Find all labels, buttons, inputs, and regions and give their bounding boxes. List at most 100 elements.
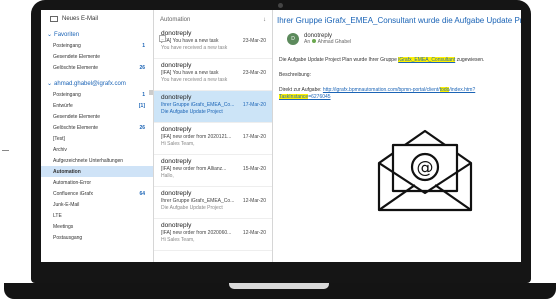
- chevron-down-icon: ⌄: [47, 81, 53, 87]
- account-folder-list: Posteingang 1 Entwürfe [1] Gesendete Element…: [41, 89, 153, 243]
- message-subject: [IFA] new order from 2020121...: [161, 134, 232, 140]
- folder-label: LTE: [53, 212, 62, 219]
- folder-count: 1: [142, 42, 145, 49]
- folder-title: Automation: [160, 17, 191, 23]
- folder-item[interactable]: [Test]: [41, 133, 153, 144]
- folder-label: Posteingang: [53, 91, 81, 98]
- message-preview: Die Aufgabe Update Project: [161, 205, 223, 211]
- folder-label: Archiv: [53, 146, 67, 153]
- new-mail-icon: [50, 16, 58, 22]
- message-subject: Ihrer Gruppe iGrafx_EMEA_Co...: [161, 198, 235, 204]
- list-item[interactable]: donotreply [IFA] new order from 2020060..…: [154, 219, 272, 251]
- list-item[interactable]: donotreply [IFA] new order from Allianz..…: [154, 155, 272, 187]
- message-subject: [IFA] You have a new task: [161, 70, 219, 76]
- message-subject: [IFA] new order from 2020060...: [161, 230, 232, 236]
- message-sender: donotreply: [161, 158, 192, 165]
- message-date: 12-Mar-20: [242, 198, 266, 204]
- folder-label: Gesendete Elemente: [53, 53, 100, 60]
- folder-count: 64: [139, 190, 145, 197]
- message-subject-row: Ihrer Gruppe iGrafx_EMEA_Co... 12-Mar-20: [161, 198, 266, 204]
- message-sender: donotreply: [161, 190, 192, 197]
- message-list-header: Automation ↓: [154, 10, 272, 27]
- new-mail-button[interactable]: Neues E-Mail: [41, 10, 153, 27]
- envelope-at-icon: @: [377, 129, 473, 212]
- folder-pane: Neues E-Mail ⌄ Favoriten Posteingang 1 Ges…: [41, 10, 154, 262]
- task-link-label: Direkt zur Aufgabe:: [279, 87, 323, 93]
- laptop-notch: [229, 283, 329, 289]
- laptop-base: [4, 283, 556, 299]
- message-preview: Die Aufgabe Update Project: [161, 109, 223, 115]
- message-preview: Hallo,: [161, 173, 174, 179]
- recipient-name[interactable]: Ahmad Ghabel: [318, 39, 351, 45]
- folder-item[interactable]: Posteingang 1: [41, 40, 153, 51]
- to-prefix: An: [304, 39, 311, 45]
- folder-count: [1]: [138, 102, 145, 109]
- message-date: 12-Mar-20: [242, 230, 266, 236]
- folder-item[interactable]: Junk-E-Mail: [41, 199, 153, 210]
- folder-item[interactable]: Automation-Error: [41, 177, 153, 188]
- message-date: 23-Mar-20: [242, 70, 266, 76]
- message-subject-row: [IFA] new order from Allianz... 15-Mar-20: [161, 166, 266, 172]
- message-date: 15-Mar-20: [242, 166, 266, 172]
- account-header[interactable]: ⌄ ahmad.ghabel@igrafx.com: [41, 73, 153, 89]
- folder-label: [Test]: [53, 135, 65, 142]
- folder-item[interactable]: Gelöschte Elemente 26: [41, 122, 153, 133]
- svg-text:@: @: [417, 158, 434, 178]
- folder-item[interactable]: Gesendete Elemente: [41, 111, 153, 122]
- message-date: 17-Mar-20: [242, 102, 266, 108]
- chevron-down-icon: ⌄: [47, 32, 53, 38]
- list-item[interactable]: donotreply Ihrer Gruppe iGrafx_EMEA_Co...…: [154, 187, 272, 219]
- message-sender: donotreply: [161, 94, 192, 101]
- folder-label: Gesendete Elemente: [53, 113, 100, 120]
- sender-row: D donotreply An Ahmad Ghabel: [273, 27, 521, 49]
- message-preview: Hi Sales Team,: [161, 141, 195, 147]
- folder-item[interactable]: Confluence iGrafx 64: [41, 188, 153, 199]
- folder-label: Aufgezeichnete Unterhaltungen: [53, 157, 124, 164]
- folder-label: Posteingang: [53, 42, 81, 49]
- body-assignment: Die Aufgabe Update Project Plan wurde Ih…: [273, 49, 521, 64]
- folder-item[interactable]: Entwürfe [1]: [41, 100, 153, 111]
- folder-count: 26: [139, 124, 145, 131]
- folder-scrollbar[interactable]: [149, 90, 153, 95]
- list-item[interactable]: donotreply Ihrer Gruppe iGrafx_EMEA_Co...…: [154, 91, 272, 123]
- body-text: zugewiesen.: [455, 57, 485, 63]
- decorative-tick: [2, 150, 9, 151]
- favorites-header[interactable]: ⌄ Favoriten: [41, 27, 153, 40]
- folder-item[interactable]: Posteingang 1: [41, 89, 153, 100]
- list-item[interactable]: donotreply [IFA] new order from 2020121..…: [154, 123, 272, 155]
- pin-icon[interactable]: –: [159, 35, 166, 42]
- presence-icon: [311, 39, 316, 43]
- folder-item[interactable]: Automation: [41, 166, 153, 177]
- folder-label: Automation: [53, 168, 81, 175]
- folder-item[interactable]: Gelöschte Elemente 26: [41, 62, 153, 73]
- message-subject-row: [IFA] new order from 2020060... 12-Mar-20: [161, 230, 266, 236]
- list-item[interactable]: donotreply [IFA] You have a new task 23-Ma…: [154, 59, 272, 91]
- folder-label: Postausgang: [53, 234, 83, 241]
- list-item[interactable]: donotreply [IFA] You have a new task 23-Ma…: [154, 27, 272, 59]
- message-subject-row: [IFA] You have a new task 23-Mar-20: [161, 38, 266, 44]
- recipient-line: An Ahmad Ghabel: [304, 39, 351, 45]
- folder-item[interactable]: Archiv: [41, 144, 153, 155]
- folder-label: Entwürfe: [53, 102, 73, 109]
- folder-count: 26: [139, 64, 145, 71]
- folder-label: Automation-Error: [53, 179, 92, 186]
- message-sender: donotreply: [161, 222, 192, 229]
- folder-label: Gelöschte Elemente: [53, 64, 99, 71]
- message-sender: donotreply: [161, 126, 192, 133]
- body-text: Die Aufgabe Update Project Plan wurde Ih…: [279, 57, 399, 63]
- sort-arrow-icon[interactable]: ↓: [263, 17, 266, 23]
- folder-item[interactable]: Postausgang: [41, 232, 153, 243]
- folder-item[interactable]: Gesendete Elemente: [41, 51, 153, 62]
- message-preview: You have received a new task: [161, 45, 228, 51]
- message-subject: Ihrer Gruppe iGrafx_EMEA_Co...: [161, 102, 235, 108]
- folder-item[interactable]: Meetings: [41, 221, 153, 232]
- avatar[interactable]: D: [287, 33, 299, 45]
- message-subject-row: Ihrer Gruppe iGrafx_EMEA_Co... 17-Mar-20: [161, 102, 266, 108]
- group-link[interactable]: iGrafx_EMEA_Consultant: [398, 57, 456, 63]
- folder-item[interactable]: Aufgezeichnete Unterhaltungen: [41, 155, 153, 166]
- webcam: [278, 3, 283, 8]
- folder-label: Meetings: [53, 223, 74, 230]
- message-sender: donotreply: [161, 62, 192, 69]
- folder-item[interactable]: LTE: [41, 210, 153, 221]
- favorites-label: Favoriten: [54, 31, 80, 38]
